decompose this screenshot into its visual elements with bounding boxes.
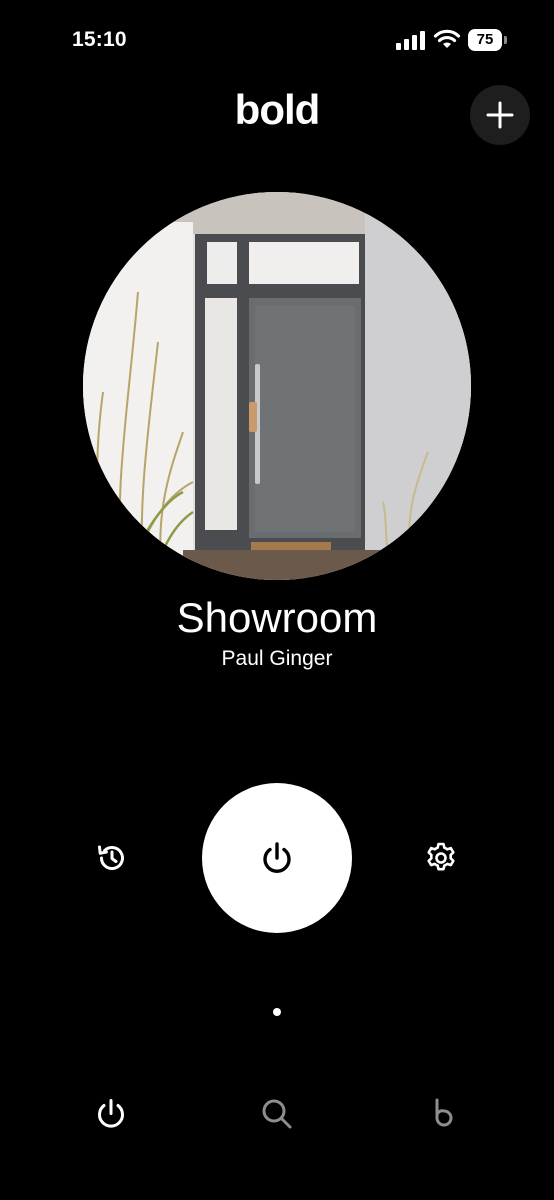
tab-search[interactable] xyxy=(257,1094,297,1134)
battery-icon: 75 xyxy=(468,29,508,51)
gear-icon xyxy=(427,842,455,871)
lock-name: Showroom xyxy=(176,594,378,641)
unlock-power-button[interactable] xyxy=(202,783,352,933)
lock-owner: Paul Ginger xyxy=(221,647,333,670)
battery-level: 75 xyxy=(468,29,502,51)
signal-icon xyxy=(396,31,425,50)
search-icon xyxy=(262,1099,292,1129)
wifi-icon xyxy=(433,29,461,48)
status-time: 15:10 xyxy=(72,28,127,51)
bold-b-icon xyxy=(435,1098,453,1127)
front-door-photo xyxy=(83,192,471,580)
history-button[interactable] xyxy=(92,838,132,878)
plus-icon xyxy=(486,101,514,129)
power-icon xyxy=(263,842,291,873)
tab-locks[interactable] xyxy=(91,1094,131,1134)
page-indicator-dot xyxy=(273,1008,281,1016)
add-lock-button[interactable] xyxy=(470,85,530,145)
tab-bold[interactable] xyxy=(422,1094,462,1134)
settings-button[interactable] xyxy=(421,838,461,878)
power-icon xyxy=(98,1099,124,1128)
history-icon xyxy=(98,845,124,871)
